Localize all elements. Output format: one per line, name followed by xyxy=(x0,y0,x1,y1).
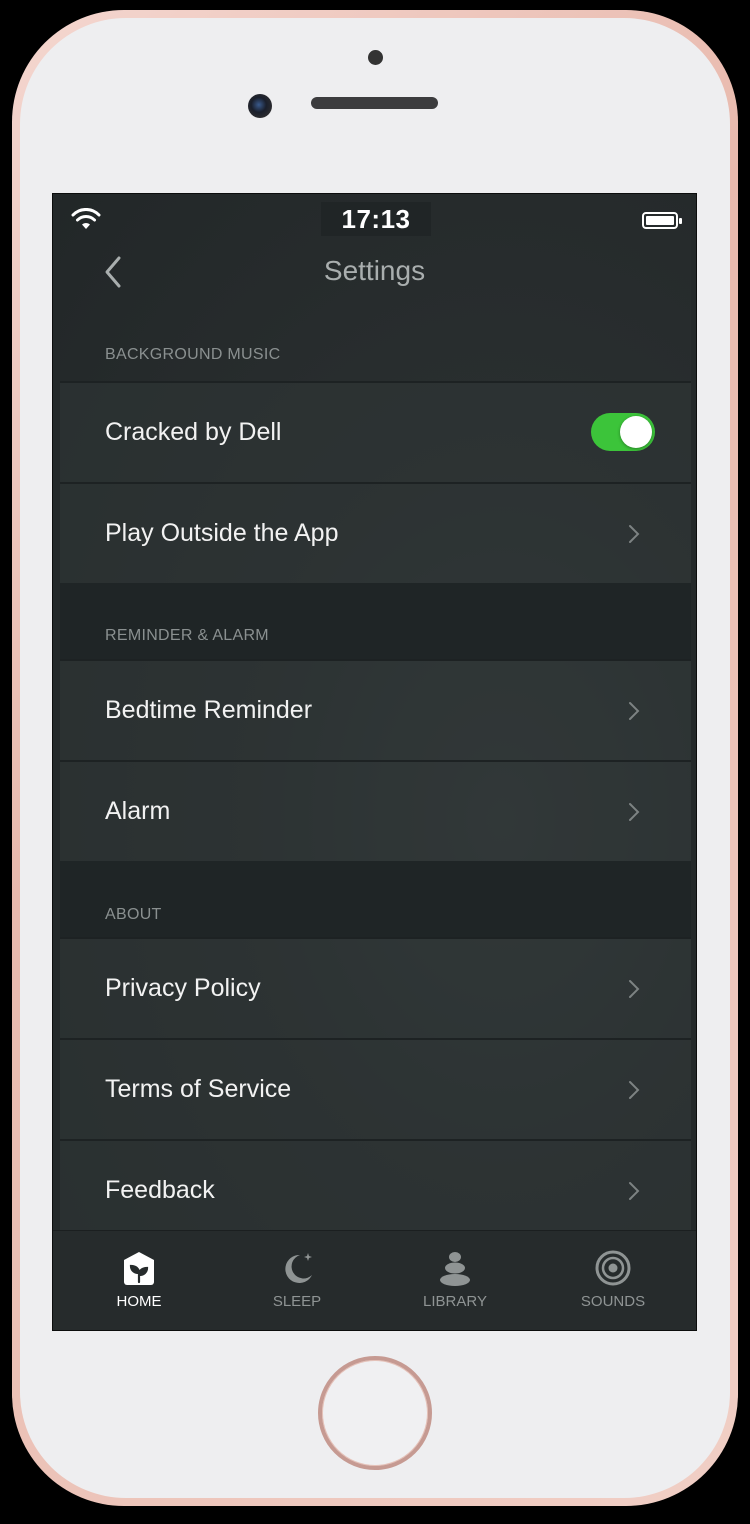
front-camera xyxy=(248,94,272,118)
stones-icon xyxy=(440,1252,470,1286)
tab-library[interactable]: LIBRARY xyxy=(375,1231,535,1330)
earpiece-speaker xyxy=(311,97,438,109)
status-bar: 17:13 xyxy=(53,194,696,244)
settings-row-terms-of-service[interactable]: Terms of Service xyxy=(60,1038,691,1139)
tab-label: HOME xyxy=(116,1293,162,1310)
row-label: Cracked by Dell xyxy=(105,418,282,446)
chevron-right-icon xyxy=(629,525,640,543)
chevron-right-icon xyxy=(629,1081,640,1099)
settings-row-bedtime-reminder[interactable]: Bedtime Reminder xyxy=(60,659,691,760)
chevron-right-icon xyxy=(629,803,640,821)
tab-label: SLEEP xyxy=(272,1293,322,1310)
tab-sleep[interactable]: SLEEP xyxy=(217,1231,377,1330)
page-title: Settings xyxy=(323,255,426,286)
background-music-toggle[interactable] xyxy=(591,413,655,451)
section-header-about: ABOUT xyxy=(60,861,691,937)
tab-home[interactable]: HOME xyxy=(59,1231,219,1330)
section-header-background-music: BACKGROUND MUSIC xyxy=(105,346,281,363)
screen-edge xyxy=(53,194,60,1330)
tab-label: SOUNDS xyxy=(580,1293,646,1310)
screen: 17:13 Settings BACKGROUND MUSIC Cracked … xyxy=(52,193,697,1331)
home-icon xyxy=(124,1252,154,1285)
settings-row-play-outside-app[interactable]: Play Outside the App xyxy=(60,482,691,583)
moon-icon xyxy=(285,1253,312,1283)
chevron-right-icon xyxy=(629,702,640,720)
settings-row-privacy-policy[interactable]: Privacy Policy xyxy=(60,937,691,1038)
chevron-right-icon xyxy=(629,980,640,998)
row-label: Terms of Service xyxy=(105,1075,292,1103)
battery-icon xyxy=(642,212,682,229)
home-button[interactable] xyxy=(318,1356,432,1470)
tab-label: LIBRARY xyxy=(423,1293,487,1310)
row-label: Privacy Policy xyxy=(105,974,261,1002)
toggle-knob xyxy=(620,416,652,448)
navigation-bar: Settings xyxy=(53,244,696,299)
row-label: Bedtime Reminder xyxy=(105,696,313,724)
proximity-sensor xyxy=(368,50,383,65)
section-header-reminder-alarm: REMINDER & ALARM xyxy=(60,583,691,659)
settings-row-feedback[interactable]: Feedback xyxy=(60,1139,691,1240)
settings-row-alarm[interactable]: Alarm xyxy=(60,760,691,861)
chevron-right-icon xyxy=(629,1182,640,1200)
row-label: Feedback xyxy=(105,1176,215,1204)
settings-row-cracked-by-dell[interactable]: Cracked by Dell xyxy=(60,381,691,482)
wifi-icon xyxy=(71,208,101,229)
row-label: Play Outside the App xyxy=(105,519,339,547)
tab-sounds[interactable]: SOUNDS xyxy=(533,1231,693,1330)
speaker-icon xyxy=(595,1250,631,1286)
status-time: 17:13 xyxy=(321,202,431,236)
tab-bar: HOME SLEEP LIBRARY SOUNDS xyxy=(53,1230,696,1330)
row-label: Alarm xyxy=(105,797,171,825)
